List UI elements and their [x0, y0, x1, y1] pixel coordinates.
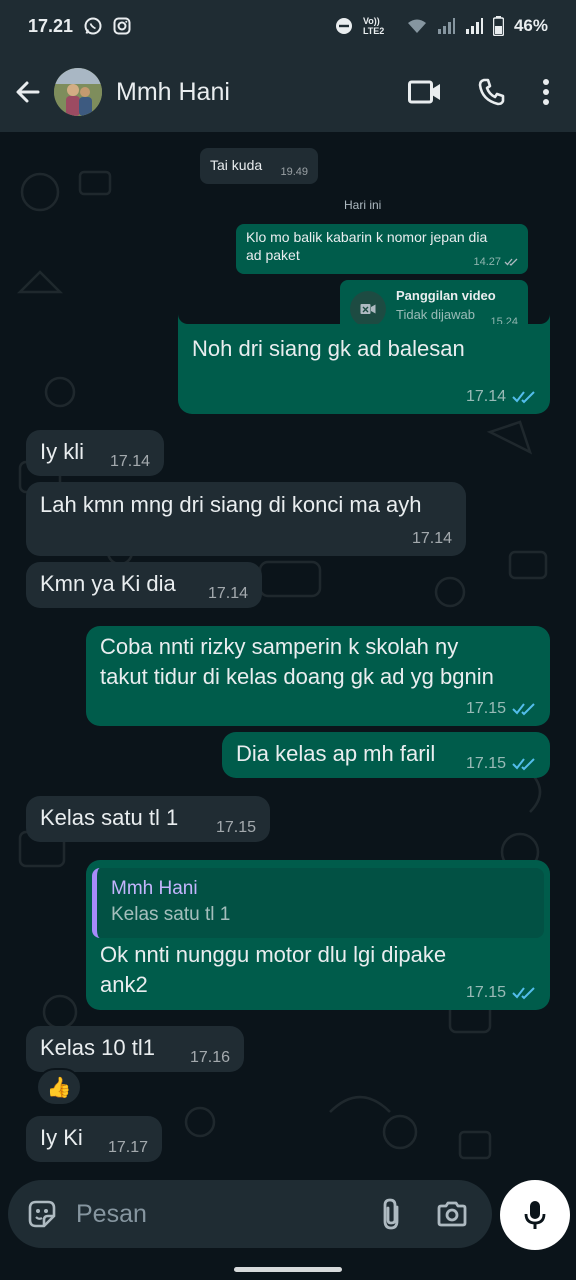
chat-area[interactable]: Tai kuda 19.49 Hari ini Klo mo balik kab…	[0, 132, 576, 1172]
screenshot-day-label: Hari ini	[344, 198, 382, 212]
back-arrow-icon[interactable]	[14, 78, 42, 106]
signal-1-icon	[437, 18, 455, 34]
call-time: 15.24	[490, 316, 518, 324]
video-call-icon[interactable]	[408, 80, 442, 104]
message-bubble-incoming[interactable]: Iy kli 17.14	[26, 430, 164, 476]
screenshot-message-text-line1: Klo mo balik kabarin k nomor jepan dia	[246, 229, 488, 245]
screenshot-missed-video-call: Panggilan video Tidak dijawab 15.24	[340, 280, 528, 324]
dnd-icon	[335, 17, 353, 35]
message-text: Kelas 10 tl1	[40, 1035, 155, 1060]
message-bubble-incoming[interactable]: Lah kmn mng dri siang di konci ma ayh 17…	[26, 482, 466, 556]
message-time: 17.14	[207, 585, 248, 602]
read-ticks-icon	[512, 703, 535, 716]
screenshot-message-time: 19.49	[280, 166, 308, 178]
mic-button[interactable]	[500, 1180, 570, 1250]
read-ticks-icon	[512, 758, 535, 771]
message-text: Lah kmn mng dri siang di konci ma ayh	[40, 492, 422, 517]
read-ticks-icon	[512, 987, 535, 1000]
message-bubble-outgoing[interactable]: Dia kelas ap mh faril 17.15	[222, 732, 550, 778]
emoji-icon[interactable]	[26, 1198, 58, 1230]
message-text-line2: takut tidur di kelas doang gk ad yg bgni…	[100, 664, 494, 689]
missed-video-call-icon	[350, 291, 386, 324]
message-text-line2: ank2	[100, 972, 148, 997]
call-status: Tidak dijawab	[396, 307, 476, 322]
read-ticks-icon	[512, 391, 535, 404]
screenshot-message-text: Tai kuda	[210, 157, 263, 173]
instagram-notification-icon	[113, 17, 131, 35]
message-text: Iy Ki	[40, 1125, 83, 1150]
more-vert-icon[interactable]	[542, 78, 550, 106]
message-text: Kmn ya Ki dia	[40, 571, 176, 596]
quoted-reply[interactable]: Mmh Hani Kelas satu tl 1	[92, 868, 544, 938]
double-tick-icon	[504, 258, 518, 266]
message-text-line1: Coba nnti rizky samperin k skolah ny	[100, 634, 459, 659]
message-composer[interactable]: Pesan	[8, 1180, 492, 1248]
network-label: Vo)) LTE2	[362, 16, 385, 36]
status-time: 17.21	[28, 15, 74, 36]
message-bubble-outgoing[interactable]: Coba nnti rizky samperin k skolah ny tak…	[86, 626, 550, 726]
chat-header: Mmh Hani	[0, 52, 576, 132]
whatsapp-notification-icon	[83, 16, 103, 36]
screenshot-message-out: Klo mo balik kabarin k nomor jepan dia a…	[236, 224, 528, 274]
quoted-sender-name: Mmh Hani	[111, 878, 198, 899]
message-time: 17.15	[465, 755, 506, 772]
contact-name[interactable]: Mmh Hani	[116, 78, 230, 107]
call-title: Panggilan video	[396, 288, 496, 303]
message-bubble-outgoing-screenshot[interactable]: Tai kuda 19.49 Hari ini Klo mo balik kab…	[178, 132, 550, 414]
screenshot-message-text-line2: ad paket	[246, 247, 300, 263]
wifi-icon	[407, 18, 427, 34]
message-text-line1: Ok nnti nunggu motor dlu lgi dipake	[100, 942, 447, 967]
message-time: 17.14	[411, 530, 452, 547]
message-input[interactable]: Pesan	[76, 1200, 147, 1229]
message-time: 17.17	[107, 1139, 148, 1156]
message-time: 17.16	[189, 1049, 230, 1066]
phone-icon[interactable]	[478, 78, 506, 106]
message-text: Noh dri siang gk ad balesan	[192, 336, 465, 361]
battery-icon	[492, 16, 504, 36]
message-time: 17.15	[465, 700, 506, 717]
message-time: 17.14	[465, 388, 506, 405]
message-bubble-outgoing-reply[interactable]: Mmh Hani Kelas satu tl 1 Ok nnti nunggu …	[86, 860, 550, 1010]
message-time: 17.15	[465, 984, 506, 1001]
status-bar: 17.21 Vo)) LTE2 46%	[0, 0, 576, 52]
message-bubble-incoming[interactable]: Kelas satu tl 1 17.15	[26, 796, 270, 842]
message-bubble-incoming[interactable]: Kelas 10 tl1 17.16	[26, 1026, 244, 1072]
forwarded-chat-screenshot[interactable]: Tai kuda 19.49 Hari ini Klo mo balik kab…	[178, 132, 550, 324]
message-time: 17.15	[215, 819, 256, 836]
quoted-message-text: Kelas satu tl 1	[111, 904, 231, 925]
message-bubble-incoming[interactable]: Kmn ya Ki dia 17.14	[26, 562, 262, 608]
gesture-nav-pill[interactable]	[234, 1267, 342, 1272]
message-time: 17.14	[109, 453, 150, 470]
signal-2-icon	[465, 18, 483, 34]
camera-icon[interactable]	[436, 1200, 468, 1228]
thumbs-up-reaction[interactable]: 👍	[36, 1068, 82, 1106]
message-text: Iy kli	[40, 439, 84, 464]
avatar[interactable]	[54, 68, 102, 116]
screenshot-message-time: 14.27	[473, 256, 501, 268]
message-text: Kelas satu tl 1	[40, 805, 179, 830]
attach-icon[interactable]	[380, 1197, 402, 1231]
mic-icon	[523, 1199, 547, 1231]
battery-percent: 46%	[513, 16, 548, 35]
message-bubble-incoming[interactable]: Iy Ki 17.17	[26, 1116, 162, 1162]
message-text: Dia kelas ap mh faril	[236, 741, 436, 766]
screenshot-message-in: Tai kuda 19.49	[200, 148, 318, 184]
